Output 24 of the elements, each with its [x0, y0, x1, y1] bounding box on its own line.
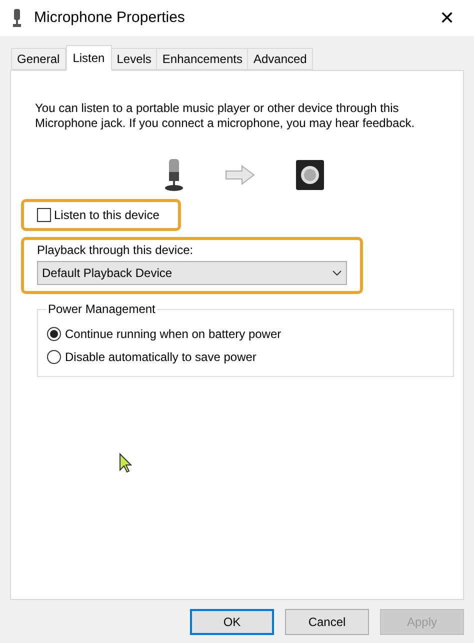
radio-label: Continue running when on battery power: [65, 326, 282, 343]
tab[interactable]: Enhancements: [156, 48, 248, 70]
checkbox-label: Listen to this device: [54, 207, 160, 224]
speaker-icon: [295, 159, 325, 191]
radio-button[interactable]: [47, 350, 61, 364]
radio-label: Disable automatically to save power: [65, 349, 256, 366]
close-button[interactable]: ✕: [432, 3, 462, 33]
radio-button[interactable]: [47, 327, 61, 341]
field-label: Playback through this device:: [37, 242, 194, 258]
microphone-icon: [12, 9, 22, 27]
arrow-icon: [225, 165, 255, 185]
chevron-down-icon: [332, 270, 342, 276]
dialog-button[interactable]: Cancel: [285, 609, 369, 635]
tab[interactable]: Levels: [110, 48, 158, 70]
dropdown[interactable]: Default Playback Device: [37, 261, 347, 285]
tab[interactable]: General: [11, 48, 66, 70]
cursor-icon: [119, 453, 133, 473]
dialog-button[interactable]: OK: [190, 609, 274, 635]
microphone-icon: [163, 159, 185, 191]
tab[interactable]: Advanced: [247, 48, 313, 70]
window-title: Microphone Properties: [34, 8, 185, 28]
checkbox[interactable]: [37, 208, 51, 222]
description-text: You can listen to a portable music player or other device through this Microphone jack. If you connect a microphone, you may hear feedback.: [35, 101, 416, 131]
tab[interactable]: Listen: [66, 45, 112, 71]
